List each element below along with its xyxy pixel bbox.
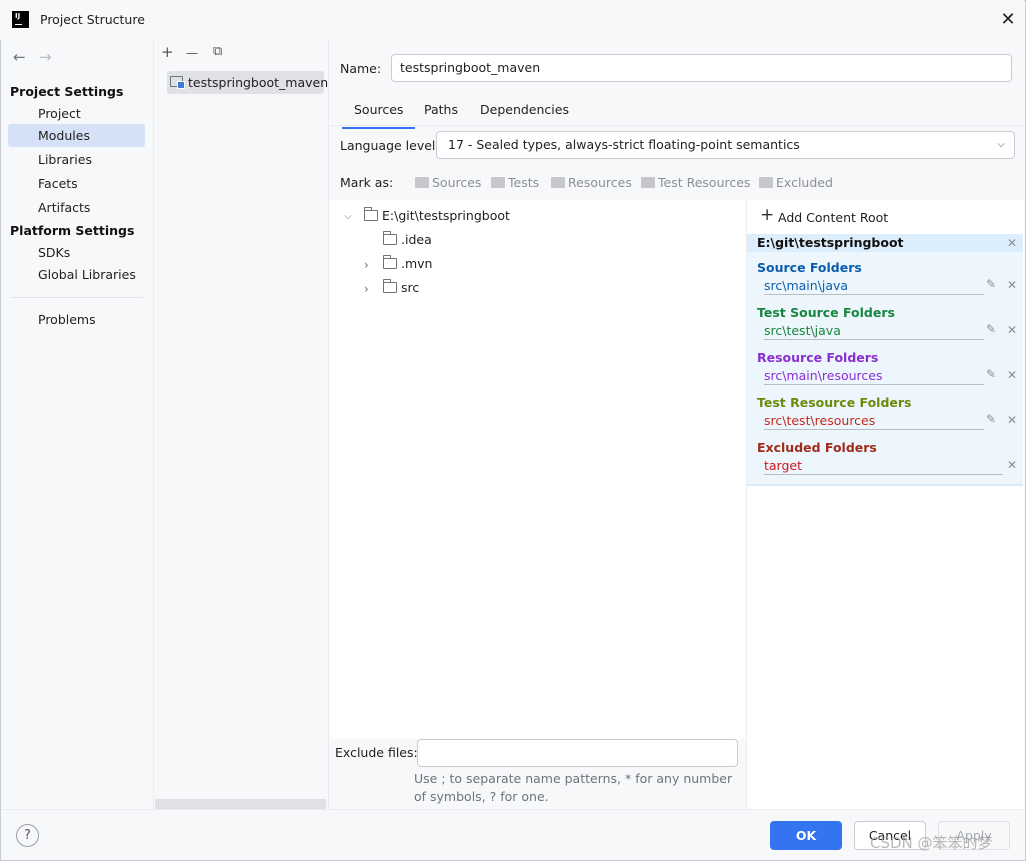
remove-folder-icon[interactable]: ✕ [1007, 278, 1017, 292]
module-list-item[interactable]: testspringboot_maven [167, 71, 328, 94]
resource-folders-title: Resource Folders [757, 350, 879, 365]
sidebar-item-project[interactable]: Project [8, 102, 145, 125]
chevron-down-icon[interactable]: ⌵ [344, 211, 352, 222]
add-content-root-button[interactable]: Add Content Root [778, 210, 888, 225]
folder-icon [363, 207, 378, 221]
mark-sources-label: Sources [432, 175, 482, 190]
sidebar-item-facets[interactable]: Facets [8, 172, 145, 195]
forward-arrow-icon[interactable]: → [39, 48, 52, 66]
module-list-item-label: testspringboot_maven [188, 75, 329, 90]
mark-excluded-button[interactable]: Excluded [759, 175, 833, 190]
folder-icon [415, 177, 429, 188]
sidebar-item-global-libraries[interactable]: Global Libraries [8, 263, 145, 286]
mark-resources-button[interactable]: Resources [551, 175, 632, 190]
tab-divider [330, 125, 1024, 126]
tree-item-label: .mvn [401, 256, 433, 271]
language-level-label: Language level: [340, 138, 440, 153]
mark-test-resources-label: Test Resources [658, 175, 751, 190]
name-label: Name: [340, 61, 382, 76]
tree-item-label: E:\git\testspringboot [382, 208, 510, 223]
excluded-folders-title: Excluded Folders [757, 440, 877, 455]
edit-pencil-icon[interactable]: ✎ [986, 277, 996, 291]
folder-icon [491, 177, 505, 188]
source-folders-title: Source Folders [757, 260, 862, 275]
folder-icon [382, 279, 397, 293]
chevron-down-icon: ⌵ [997, 139, 1005, 150]
remove-folder-icon[interactable]: ✕ [1007, 323, 1017, 337]
tab-paths[interactable]: Paths [422, 102, 460, 126]
sidebar-item-artifacts[interactable]: Artifacts [8, 196, 145, 219]
add-icon[interactable]: + [760, 206, 774, 224]
language-level-select[interactable]: 17 - Sealed types, always-strict floatin… [436, 131, 1015, 159]
close-icon[interactable]: ✕ [998, 10, 1018, 30]
content-root-path: E:\git\testspringboot [757, 235, 904, 250]
ok-button[interactable]: OK [770, 821, 842, 850]
window-title: Project Structure [40, 12, 145, 27]
chevron-right-icon[interactable]: › [364, 258, 369, 272]
mark-excluded-label: Excluded [776, 175, 833, 190]
test-source-folders-title: Test Source Folders [757, 305, 895, 320]
test-resource-folder-path: src\test\resources [764, 413, 984, 430]
tree-item-label: src [401, 280, 420, 295]
edit-pencil-icon[interactable]: ✎ [986, 322, 996, 336]
tree-item-idea[interactable]: .idea [382, 229, 432, 251]
title-bar [0, 0, 1024, 40]
folder-icon [551, 177, 565, 188]
remove-folder-icon[interactable]: ✕ [1007, 413, 1017, 427]
exclude-files-hint: Use ; to separate name patterns, * for a… [414, 771, 733, 804]
sidebar-item-libraries[interactable]: Libraries [8, 148, 145, 171]
exclude-files-input[interactable] [417, 739, 738, 767]
sidebar-item-sdks[interactable]: SDKs [8, 241, 145, 264]
remove-content-root-icon[interactable]: ✕ [1007, 236, 1017, 250]
chevron-right-icon[interactable]: › [364, 282, 369, 296]
platform-settings-header: Platform Settings [10, 223, 135, 238]
folder-icon [382, 255, 397, 269]
tab-sources[interactable]: Sources [341, 102, 416, 129]
folder-icon [641, 177, 655, 188]
copy-module-icon[interactable]: ⧉ [213, 44, 222, 60]
test-source-folder-path: src\test\java [764, 323, 984, 340]
module-folder-icon [170, 76, 185, 89]
back-arrow-icon[interactable]: ← [13, 48, 26, 66]
edit-pencil-icon[interactable]: ✎ [986, 412, 996, 426]
mark-sources-button[interactable]: Sources [415, 175, 481, 190]
mark-tests-label: Tests [508, 175, 540, 190]
remove-folder-icon[interactable]: ✕ [1007, 368, 1017, 382]
module-name-input[interactable]: testspringboot_maven [391, 54, 1012, 82]
watermark: CSDN @笨笨的梦 [870, 834, 993, 852]
sidebar-item-modules[interactable]: Modules [8, 124, 145, 147]
mark-test-resources-button[interactable]: Test Resources [641, 175, 750, 190]
tree-item-src[interactable]: src [382, 277, 420, 299]
remove-module-icon[interactable]: — [186, 45, 198, 61]
excluded-folder-path: target [764, 458, 1003, 475]
edit-pencil-icon[interactable]: ✎ [986, 367, 996, 381]
module-list-pane [155, 40, 329, 809]
language-level-value: 17 - Sealed types, always-strict floatin… [448, 137, 800, 152]
tab-dependencies[interactable]: Dependencies [478, 102, 571, 126]
sidebar-divider [10, 297, 143, 298]
help-icon[interactable]: ? [16, 824, 39, 847]
tree-item-label: .idea [401, 232, 432, 247]
tree-item-root[interactable]: E:\git\testspringboot [363, 205, 510, 227]
exclude-files-label: Exclude files: [335, 745, 418, 760]
remove-folder-icon[interactable]: ✕ [1007, 458, 1017, 472]
sidebar-item-problems[interactable]: Problems [8, 308, 145, 331]
folder-icon [759, 177, 773, 188]
module-list-scrollbar[interactable] [155, 799, 326, 809]
tree-item-mvn[interactable]: .mvn [382, 253, 433, 275]
mark-tests-button[interactable]: Tests [491, 175, 539, 190]
intellij-logo-icon: IJ [12, 11, 29, 28]
folder-icon [382, 231, 397, 245]
project-settings-header: Project Settings [10, 84, 124, 99]
test-resource-folders-title: Test Resource Folders [757, 395, 912, 410]
mark-resources-label: Resources [568, 175, 632, 190]
mark-as-label: Mark as: [340, 175, 394, 190]
add-module-icon[interactable]: + [161, 44, 174, 60]
resource-folder-path: src\main\resources [764, 368, 984, 385]
source-folder-path: src\main\java [764, 278, 984, 295]
